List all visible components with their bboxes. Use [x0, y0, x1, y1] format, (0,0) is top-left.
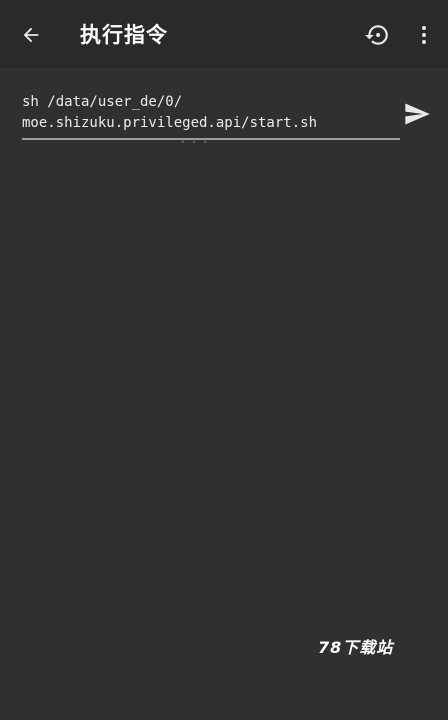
- command-line-1: sh /data/user_de/0/: [22, 94, 183, 110]
- app-bar: 执行指令: [0, 0, 448, 68]
- more-options-button[interactable]: [410, 20, 438, 50]
- command-input[interactable]: sh /data/user_de/0/ moe.shizuku.privileg…: [22, 92, 400, 140]
- more-vert-icon: [422, 26, 426, 44]
- page-title: 执行指令: [80, 23, 168, 47]
- history-button[interactable]: [362, 20, 392, 50]
- command-line-2: moe.shizuku.privileged.api/start.sh: [22, 115, 318, 131]
- watermark-text: 78下载站: [318, 638, 394, 657]
- screen: 执行指令 sh /data/user_de/0/ moe.shizuku.pri…: [0, 0, 448, 720]
- back-button[interactable]: [14, 18, 48, 52]
- send-button[interactable]: [400, 98, 434, 130]
- history-icon: [365, 25, 388, 45]
- arrow-back-icon: [23, 27, 39, 43]
- text-cursor-handle[interactable]: • • •: [180, 139, 210, 147]
- send-icon: [405, 103, 430, 125]
